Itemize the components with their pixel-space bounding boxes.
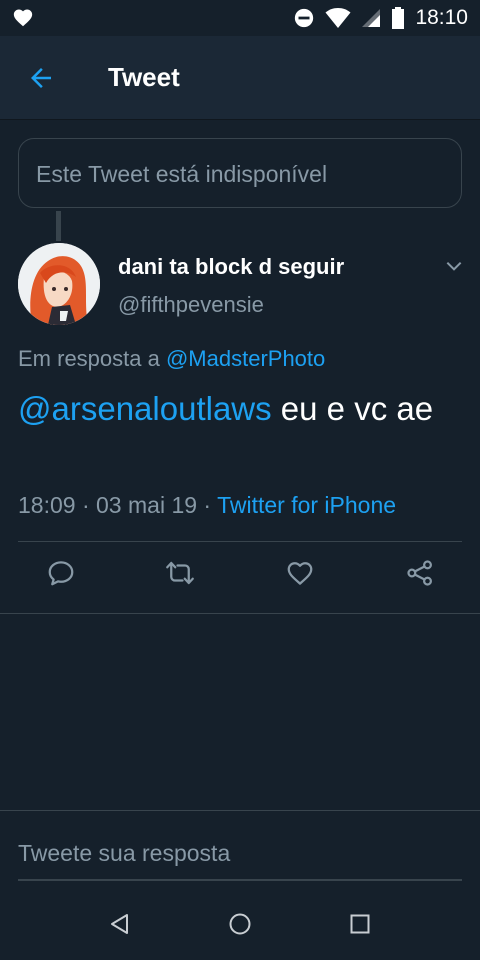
- reply-to-link[interactable]: @MadsterPhoto: [166, 346, 325, 371]
- tweet-source-link[interactable]: Twitter for iPhone: [217, 492, 396, 518]
- battery-icon: [392, 7, 405, 29]
- wifi-icon: [325, 8, 351, 28]
- back-triangle-icon[interactable]: [108, 912, 132, 936]
- reply-icon[interactable]: [46, 558, 76, 588]
- do-not-disturb-icon: [295, 8, 314, 28]
- heart-icon: [13, 9, 33, 27]
- thread-line: [56, 211, 61, 241]
- share-icon[interactable]: [405, 558, 435, 588]
- avatar-illustration: [18, 243, 100, 325]
- app-bar: Tweet: [0, 36, 480, 120]
- mention-link[interactable]: @arsenaloutlaws: [18, 390, 272, 427]
- like-icon[interactable]: [285, 558, 315, 588]
- divider: [18, 541, 462, 542]
- divider: [0, 613, 480, 614]
- tweet-meta: 18:09 · 03 mai 19 · Twitter for iPhone: [18, 492, 396, 519]
- tweet-body: eu e vc ae: [271, 390, 434, 427]
- page-title: Tweet: [108, 62, 180, 92]
- unavailable-text: Este Tweet está indisponível: [36, 161, 328, 187]
- reply-prefix: Em resposta a: [18, 346, 160, 371]
- display-name[interactable]: dani ta block d seguir: [118, 254, 344, 280]
- status-bar: 18:10: [0, 0, 480, 36]
- user-handle[interactable]: @fifthpevensie: [118, 292, 264, 318]
- tweet-time: 18:09: [18, 492, 76, 518]
- recents-square-icon[interactable]: [348, 912, 372, 936]
- reply-input[interactable]: Tweete sua resposta: [18, 840, 230, 867]
- reply-composer[interactable]: Tweete sua resposta: [0, 810, 480, 888]
- avatar[interactable]: [18, 243, 100, 325]
- status-time: 18:10: [415, 6, 468, 29]
- reply-context: Em resposta a @MadsterPhoto: [18, 346, 325, 372]
- retweet-icon[interactable]: [165, 558, 195, 588]
- input-underline: [18, 879, 462, 881]
- home-circle-icon[interactable]: [228, 912, 252, 936]
- chevron-down-icon[interactable]: [444, 256, 464, 276]
- tweet-text: @arsenaloutlaws eu e vc ae: [18, 388, 462, 430]
- tweet-actions: [0, 558, 480, 598]
- meta-separator: ·: [203, 492, 212, 518]
- tweet-date: 03 mai 19: [96, 492, 198, 518]
- system-nav-bar: [0, 888, 480, 960]
- signal-icon: [362, 9, 381, 27]
- back-arrow-icon[interactable]: [26, 63, 56, 93]
- meta-separator: ·: [81, 492, 90, 518]
- unavailable-tweet-card: Este Tweet está indisponível: [18, 138, 462, 208]
